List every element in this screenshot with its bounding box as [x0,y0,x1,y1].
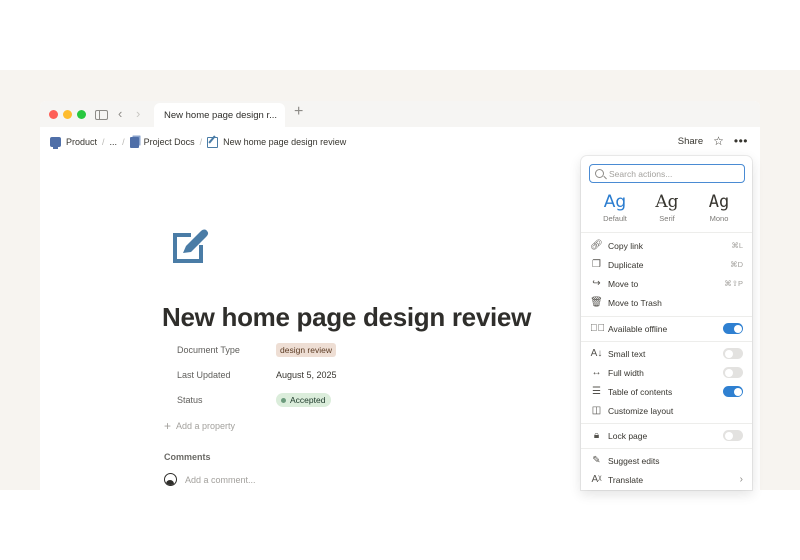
font-sample: Ag [655,192,679,212]
status-dot-icon [281,397,286,403]
font-option-default[interactable]: Ag Default [589,192,641,228]
more-icon[interactable]: ••• [734,134,748,148]
tab-title: New home page design r... [164,110,278,121]
search-icon [595,169,604,178]
translate-icon: Aᵡ [591,474,602,485]
menu-item-full-width[interactable]: ↔ Full width [581,363,752,382]
maximize-window-button[interactable] [77,110,86,119]
property-row-document-type[interactable]: Document Type design review [177,342,336,358]
menu-divider [581,341,752,342]
add-property-button[interactable]: + Add a property [164,419,235,433]
menu-divider [581,423,752,424]
forward-arrow-icon[interactable]: › [136,107,140,121]
table-of-contents-toggle[interactable] [723,386,743,397]
font-option-mono[interactable]: Ag Mono [693,192,745,228]
document-type-tag[interactable]: design review [276,343,336,357]
breadcrumb-separator: / [102,137,105,147]
font-sample: Ag [603,192,627,212]
shortcut-label: ⌘⇧P [724,279,743,288]
header-actions: Share ☆ ••• [678,134,748,148]
breadcrumb-item-product[interactable]: Product [50,137,97,149]
menu-item-lock-page[interactable]: 🔒︎ Lock page [581,426,752,445]
property-row-status[interactable]: Status Accepted [177,392,332,408]
breadcrumb-item-current-page[interactable]: New home page design review [207,136,346,148]
small-text-icon: A↓ [590,348,603,359]
chevron-right-icon: › [739,474,743,485]
avatar [164,473,177,486]
plus-icon: + [164,419,172,433]
property-label: Status [177,395,203,405]
shortcut-label: ⌘D [730,260,743,269]
duplicate-icon: ❐ [592,259,601,270]
docs-icon [129,136,139,148]
sidebar-toggle-icon[interactable] [95,110,108,120]
available-offline-toggle[interactable] [723,323,743,334]
edit-icon [207,136,219,148]
page-title[interactable]: New home page design review [162,302,531,333]
trash-icon: 🗑︎ [590,297,603,308]
status-badge[interactable]: Accepted [276,393,332,407]
shortcut-label: ⌘L [731,241,743,250]
breadcrumb-item-ellipsis[interactable]: ... [110,137,118,147]
comments-heading: Comments [164,452,211,462]
menu-item-move-to[interactable]: ↪ Move to ⌘⇧P [581,274,752,293]
layout-icon: ◫ [591,405,602,416]
font-label: Serif [659,214,675,223]
font-label: Default [603,214,627,223]
menu-divider [581,232,752,233]
font-label: Mono [709,214,729,223]
lock-page-toggle[interactable] [723,430,743,441]
page-actions-menu: Ag Default Ag Serif Ag Mono 🔗︎ Copy link… [581,156,752,490]
comment-input[interactable]: Add a comment... [164,473,256,486]
full-width-icon: ↔ [591,367,602,378]
menu-item-duplicate[interactable]: ❐ Duplicate ⌘D [581,255,752,274]
edit-icon[interactable] [169,225,211,267]
link-icon: 🔗︎ [590,240,603,251]
title-bar: ‹ › New home page design r... + [40,101,760,127]
menu-item-suggest-edits[interactable]: ✎ Suggest edits [581,451,752,470]
breadcrumb: Product / ... / Project Docs / New home … [50,135,346,149]
menu-item-small-text[interactable]: A↓ Small text [581,344,752,363]
monitor-icon [50,137,61,149]
font-selector: Ag Default Ag Serif Ag Mono [589,192,745,228]
star-icon[interactable]: ☆ [713,134,724,148]
search-field[interactable] [589,164,745,183]
menu-item-copy-link[interactable]: 🔗︎ Copy link ⌘L [581,236,752,255]
offline-icon: ✓⃝ [590,323,605,334]
comment-placeholder: Add a comment... [185,474,256,485]
toc-icon: ☰ [592,386,601,397]
menu-item-customize-layout[interactable]: ◫ Customize layout [581,401,752,420]
lock-icon: 🔒︎ [593,430,600,441]
property-label: Document Type [177,345,240,355]
breadcrumb-item-project-docs[interactable]: Project Docs [129,136,195,148]
full-width-toggle[interactable] [723,367,743,378]
new-tab-button[interactable]: + [294,104,303,120]
menu-divider [581,316,752,317]
share-button[interactable]: Share [678,136,703,147]
last-updated-value: August 5, 2025 [276,370,337,380]
menu-item-available-offline[interactable]: ✓⃝ Available offline [581,319,752,338]
move-icon: ↪ [592,278,601,289]
property-label: Last Updated [177,370,231,380]
search-input[interactable] [609,168,739,179]
property-row-last-updated[interactable]: Last Updated August 5, 2025 [177,367,337,383]
minimize-window-button[interactable] [63,110,72,119]
back-arrow-icon[interactable]: ‹ [118,107,122,121]
browser-tab[interactable]: New home page design r... [154,103,285,127]
font-option-serif[interactable]: Ag Serif [641,192,693,228]
font-sample: Ag [708,192,730,212]
suggest-icon: ✎ [592,455,601,466]
close-window-button[interactable] [49,110,58,119]
menu-divider [581,448,752,449]
breadcrumb-separator: / [199,137,203,147]
menu-item-table-of-contents[interactable]: ☰ Table of contents [581,382,752,401]
small-text-toggle[interactable] [723,348,743,359]
menu-item-move-to-trash[interactable]: 🗑︎ Move to Trash [581,293,752,312]
menu-item-translate[interactable]: Aᵡ Translate › [581,470,752,489]
breadcrumb-separator: / [122,137,125,147]
